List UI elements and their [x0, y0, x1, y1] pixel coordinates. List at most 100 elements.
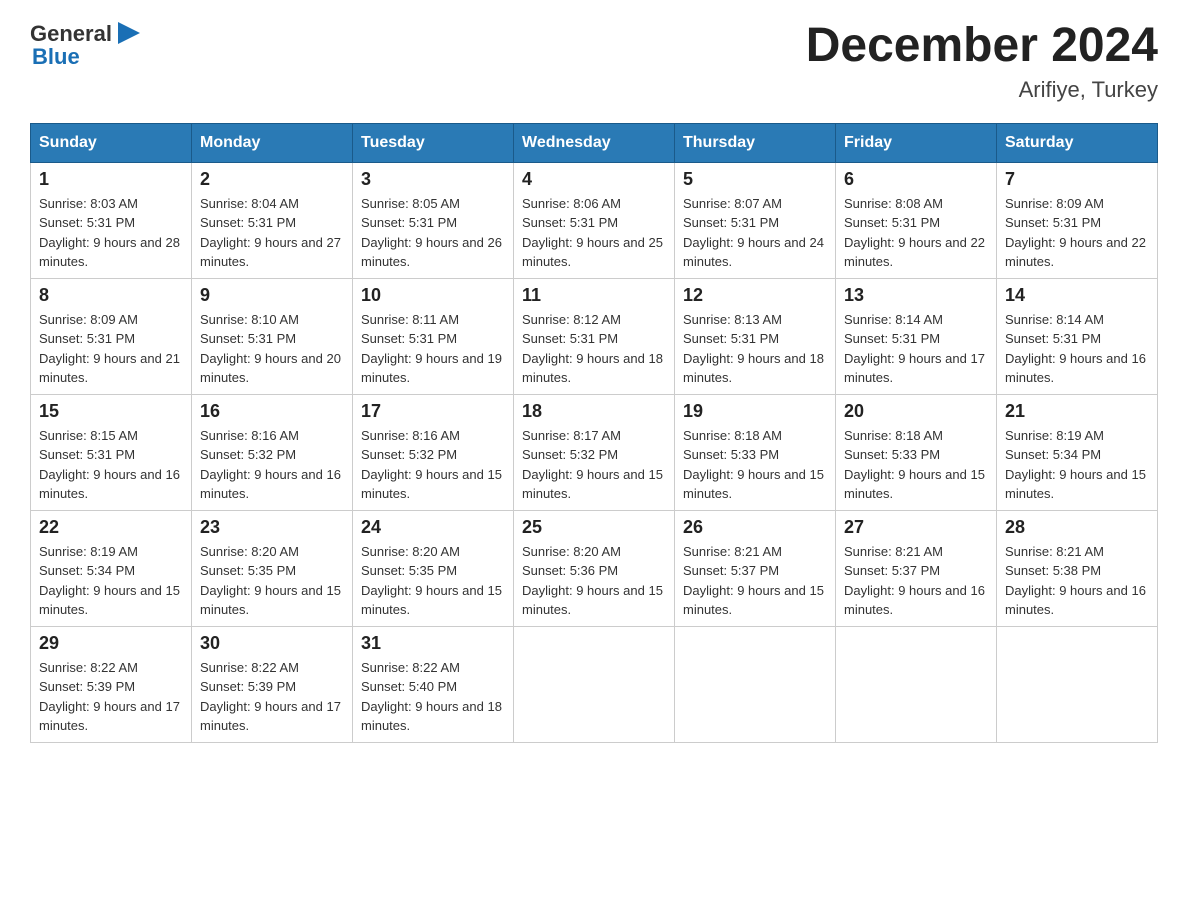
day-info: Sunrise: 8:14 AMSunset: 5:31 PMDaylight:… [1005, 310, 1149, 388]
day-number: 10 [361, 285, 505, 306]
day-number: 3 [361, 169, 505, 190]
day-info: Sunrise: 8:09 AMSunset: 5:31 PMDaylight:… [1005, 194, 1149, 272]
day-info: Sunrise: 8:17 AMSunset: 5:32 PMDaylight:… [522, 426, 666, 504]
day-number: 26 [683, 517, 827, 538]
day-info: Sunrise: 8:13 AMSunset: 5:31 PMDaylight:… [683, 310, 827, 388]
calendar-cell: 22Sunrise: 8:19 AMSunset: 5:34 PMDayligh… [31, 510, 192, 626]
weekday-header-sunday: Sunday [31, 123, 192, 162]
day-number: 15 [39, 401, 183, 422]
day-info: Sunrise: 8:18 AMSunset: 5:33 PMDaylight:… [683, 426, 827, 504]
day-number: 18 [522, 401, 666, 422]
day-info: Sunrise: 8:20 AMSunset: 5:36 PMDaylight:… [522, 542, 666, 620]
calendar-cell: 28Sunrise: 8:21 AMSunset: 5:38 PMDayligh… [997, 510, 1158, 626]
day-number: 16 [200, 401, 344, 422]
day-number: 21 [1005, 401, 1149, 422]
page-title: December 2024 [806, 20, 1158, 73]
page-header: General Blue December 2024 Arifiye, Turk… [30, 20, 1158, 103]
calendar-cell: 24 Sunrise: 8:20 AMSunset: 5:35 PMDayligh… [353, 510, 514, 626]
calendar-cell: 8Sunrise: 8:09 AMSunset: 5:31 PMDaylight… [31, 278, 192, 394]
day-info: Sunrise: 8:11 AMSunset: 5:31 PMDaylight:… [361, 310, 505, 388]
calendar-week-1: 1 Sunrise: 8:03 AMSunset: 5:31 PMDaylight… [31, 162, 1158, 278]
day-number: 6 [844, 169, 988, 190]
day-info: Sunrise: 8:21 AMSunset: 5:37 PMDaylight:… [844, 542, 988, 620]
day-info: Sunrise: 8:22 AMSunset: 5:40 PMDaylight:… [361, 658, 505, 736]
calendar-cell: 23 Sunrise: 8:20 AMSunset: 5:35 PMDayligh… [192, 510, 353, 626]
day-info: Sunrise: 8:06 AMSunset: 5:31 PMDaylight:… [522, 194, 666, 272]
calendar-cell: 5Sunrise: 8:07 AMSunset: 5:31 PMDaylight… [675, 162, 836, 278]
calendar-cell: 10 Sunrise: 8:11 AMSunset: 5:31 PMDayligh… [353, 278, 514, 394]
calendar-cell: 19 Sunrise: 8:18 AMSunset: 5:33 PMDayligh… [675, 394, 836, 510]
day-info: Sunrise: 8:05 AMSunset: 5:31 PMDaylight:… [361, 194, 505, 272]
calendar-header: SundayMondayTuesdayWednesdayThursdayFrid… [31, 123, 1158, 162]
calendar-cell: 14 Sunrise: 8:14 AMSunset: 5:31 PMDayligh… [997, 278, 1158, 394]
day-number: 20 [844, 401, 988, 422]
day-number: 24 [361, 517, 505, 538]
calendar-cell: 26 Sunrise: 8:21 AMSunset: 5:37 PMDayligh… [675, 510, 836, 626]
day-info: Sunrise: 8:03 AMSunset: 5:31 PMDaylight:… [39, 194, 183, 272]
day-number: 13 [844, 285, 988, 306]
weekday-header-friday: Friday [836, 123, 997, 162]
day-info: Sunrise: 8:08 AMSunset: 5:31 PMDaylight:… [844, 194, 988, 272]
logo-blue-text: Blue [32, 44, 80, 70]
day-number: 12 [683, 285, 827, 306]
calendar-cell: 30 Sunrise: 8:22 AMSunset: 5:39 PMDayligh… [192, 626, 353, 742]
calendar-cell: 27 Sunrise: 8:21 AMSunset: 5:37 PMDayligh… [836, 510, 997, 626]
day-info: Sunrise: 8:21 AMSunset: 5:37 PMDaylight:… [683, 542, 827, 620]
calendar-cell: 17Sunrise: 8:16 AMSunset: 5:32 PMDayligh… [353, 394, 514, 510]
calendar-body: 1 Sunrise: 8:03 AMSunset: 5:31 PMDaylight… [31, 162, 1158, 742]
day-info: Sunrise: 8:19 AMSunset: 5:34 PMDaylight:… [1005, 426, 1149, 504]
calendar-cell: 18 Sunrise: 8:17 AMSunset: 5:32 PMDayligh… [514, 394, 675, 510]
day-info: Sunrise: 8:16 AMSunset: 5:32 PMDaylight:… [361, 426, 505, 504]
calendar-cell [514, 626, 675, 742]
weekday-row: SundayMondayTuesdayWednesdayThursdayFrid… [31, 123, 1158, 162]
day-number: 22 [39, 517, 183, 538]
title-block: December 2024 Arifiye, Turkey [806, 20, 1158, 103]
calendar-cell: 4 Sunrise: 8:06 AMSunset: 5:31 PMDaylight… [514, 162, 675, 278]
day-number: 29 [39, 633, 183, 654]
day-number: 19 [683, 401, 827, 422]
day-number: 2 [200, 169, 344, 190]
calendar-cell: 11Sunrise: 8:12 AMSunset: 5:31 PMDayligh… [514, 278, 675, 394]
day-info: Sunrise: 8:21 AMSunset: 5:38 PMDaylight:… [1005, 542, 1149, 620]
day-info: Sunrise: 8:22 AMSunset: 5:39 PMDaylight:… [200, 658, 344, 736]
calendar-cell: 2Sunrise: 8:04 AMSunset: 5:31 PMDaylight… [192, 162, 353, 278]
calendar-cell [836, 626, 997, 742]
page-subtitle: Arifiye, Turkey [806, 77, 1158, 103]
calendar-cell: 13 Sunrise: 8:14 AMSunset: 5:31 PMDayligh… [836, 278, 997, 394]
day-number: 4 [522, 169, 666, 190]
calendar-cell: 21 Sunrise: 8:19 AMSunset: 5:34 PMDayligh… [997, 394, 1158, 510]
day-number: 30 [200, 633, 344, 654]
day-number: 27 [844, 517, 988, 538]
day-number: 7 [1005, 169, 1149, 190]
calendar-cell: 29Sunrise: 8:22 AMSunset: 5:39 PMDayligh… [31, 626, 192, 742]
weekday-header-wednesday: Wednesday [514, 123, 675, 162]
calendar-week-2: 8Sunrise: 8:09 AMSunset: 5:31 PMDaylight… [31, 278, 1158, 394]
day-number: 25 [522, 517, 666, 538]
calendar-cell: 15 Sunrise: 8:15 AMSunset: 5:31 PMDayligh… [31, 394, 192, 510]
day-number: 31 [361, 633, 505, 654]
day-info: Sunrise: 8:18 AMSunset: 5:33 PMDaylight:… [844, 426, 988, 504]
day-info: Sunrise: 8:15 AMSunset: 5:31 PMDaylight:… [39, 426, 183, 504]
calendar-cell: 7 Sunrise: 8:09 AMSunset: 5:31 PMDaylight… [997, 162, 1158, 278]
day-number: 14 [1005, 285, 1149, 306]
day-info: Sunrise: 8:10 AMSunset: 5:31 PMDaylight:… [200, 310, 344, 388]
logo: General Blue [30, 20, 144, 70]
calendar-cell: 9Sunrise: 8:10 AMSunset: 5:31 PMDaylight… [192, 278, 353, 394]
day-number: 23 [200, 517, 344, 538]
weekday-header-thursday: Thursday [675, 123, 836, 162]
calendar-table: SundayMondayTuesdayWednesdayThursdayFrid… [30, 123, 1158, 743]
calendar-cell: 6 Sunrise: 8:08 AMSunset: 5:31 PMDaylight… [836, 162, 997, 278]
weekday-header-monday: Monday [192, 123, 353, 162]
day-info: Sunrise: 8:20 AMSunset: 5:35 PMDaylight:… [200, 542, 344, 620]
day-number: 1 [39, 169, 183, 190]
calendar-cell: 20 Sunrise: 8:18 AMSunset: 5:33 PMDayligh… [836, 394, 997, 510]
calendar-cell [997, 626, 1158, 742]
calendar-cell [675, 626, 836, 742]
day-info: Sunrise: 8:20 AMSunset: 5:35 PMDaylight:… [361, 542, 505, 620]
calendar-cell: 1 Sunrise: 8:03 AMSunset: 5:31 PMDaylight… [31, 162, 192, 278]
weekday-header-tuesday: Tuesday [353, 123, 514, 162]
logo-arrow-icon [114, 18, 144, 48]
day-info: Sunrise: 8:09 AMSunset: 5:31 PMDaylight:… [39, 310, 183, 388]
day-number: 11 [522, 285, 666, 306]
day-info: Sunrise: 8:14 AMSunset: 5:31 PMDaylight:… [844, 310, 988, 388]
